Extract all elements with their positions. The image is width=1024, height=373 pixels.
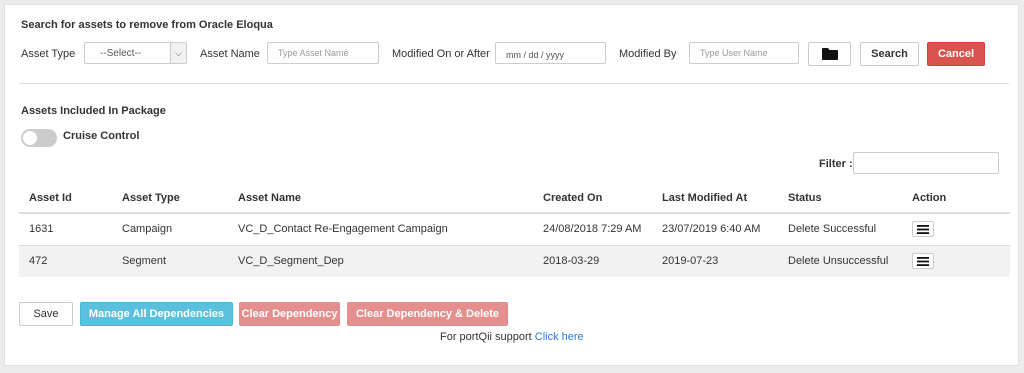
cell-action	[902, 213, 1010, 246]
package-section-title: Assets Included In Package	[21, 105, 166, 117]
cell-asset-id: 1631	[19, 213, 112, 246]
cancel-button[interactable]: Cancel	[927, 42, 985, 66]
save-button[interactable]: Save	[19, 302, 73, 326]
support-text: For portQii support	[440, 331, 532, 343]
cell-asset-name: VC_D_Contact Re-Engagement Campaign	[228, 213, 533, 246]
row-action-button[interactable]	[912, 253, 934, 270]
modified-on-label: Modified On or After	[392, 48, 490, 60]
filter-input[interactable]	[853, 152, 999, 174]
chevron-down-icon: ⌵	[170, 43, 186, 63]
clear-dependency-delete-button[interactable]: Clear Dependency & Delete	[347, 302, 508, 326]
search-section-title: Search for assets to remove from Oracle …	[21, 19, 273, 31]
search-button[interactable]: Search	[860, 42, 919, 66]
menu-icon	[917, 224, 929, 234]
folder-button[interactable]	[808, 42, 851, 66]
cruise-control-toggle[interactable]	[21, 129, 57, 147]
cell-action	[902, 245, 1010, 277]
table-row: 1631 Campaign VC_D_Contact Re-Engagement…	[19, 213, 1010, 246]
toggle-knob	[23, 131, 37, 145]
col-asset-id[interactable]: Asset Id	[19, 184, 112, 214]
col-action: Action	[902, 184, 1010, 214]
cell-created-on: 2018-03-29	[533, 245, 652, 277]
asset-type-label: Asset Type	[21, 48, 76, 60]
filter-label: Filter :	[819, 158, 853, 170]
folder-icon	[821, 48, 838, 60]
menu-icon	[917, 256, 929, 266]
support-link[interactable]: Click here	[535, 331, 584, 343]
main-panel: Search for assets to remove from Oracle …	[4, 4, 1019, 366]
col-created-on[interactable]: Created On	[533, 184, 652, 214]
col-status[interactable]: Status	[778, 184, 902, 214]
cell-last-modified: 23/07/2019 6:40 AM	[652, 213, 778, 246]
asset-type-value: --Select--	[100, 47, 142, 59]
cell-asset-id: 472	[19, 245, 112, 277]
cell-asset-name: VC_D_Segment_Dep	[228, 245, 533, 277]
modified-by-input[interactable]: Type User Name	[689, 42, 799, 64]
cell-status: Delete Successful	[778, 213, 902, 246]
cell-created-on: 24/08/2018 7:29 AM	[533, 213, 652, 246]
col-asset-type[interactable]: Asset Type	[112, 184, 228, 214]
clear-dependency-button[interactable]: Clear Dependency	[239, 302, 340, 326]
manage-dependencies-button[interactable]: Manage All Dependencies	[80, 302, 233, 326]
section-divider	[19, 83, 1009, 84]
modified-by-label: Modified By	[619, 48, 677, 60]
support-footer: For portQii support Click here	[440, 331, 584, 343]
modified-by-placeholder: Type User Name	[700, 48, 768, 58]
row-action-button[interactable]	[912, 221, 934, 238]
asset-type-select[interactable]: --Select-- ⌵	[84, 42, 187, 64]
col-asset-name[interactable]: Asset Name	[228, 184, 533, 214]
asset-name-input[interactable]: Type Asset Name	[267, 42, 379, 64]
cell-asset-type: Segment	[112, 245, 228, 277]
asset-name-placeholder: Type Asset Name	[278, 48, 349, 58]
table-header-row: Asset Id Asset Type Asset Name Created O…	[19, 184, 1010, 214]
asset-name-label: Asset Name	[200, 48, 260, 60]
table-row: 472 Segment VC_D_Segment_Dep 2018-03-29 …	[19, 245, 1010, 277]
cell-status: Delete Unsuccessful	[778, 245, 902, 277]
cruise-control-label: Cruise Control	[63, 130, 140, 142]
modified-on-date-input[interactable]: mm / dd / yyyy	[495, 42, 606, 64]
cell-asset-type: Campaign	[112, 213, 228, 246]
cell-last-modified: 2019-07-23	[652, 245, 778, 277]
assets-table: Asset Id Asset Type Asset Name Created O…	[19, 184, 1010, 277]
modified-on-placeholder: mm / dd / yyyy	[506, 50, 565, 60]
col-last-modified[interactable]: Last Modified At	[652, 184, 778, 214]
